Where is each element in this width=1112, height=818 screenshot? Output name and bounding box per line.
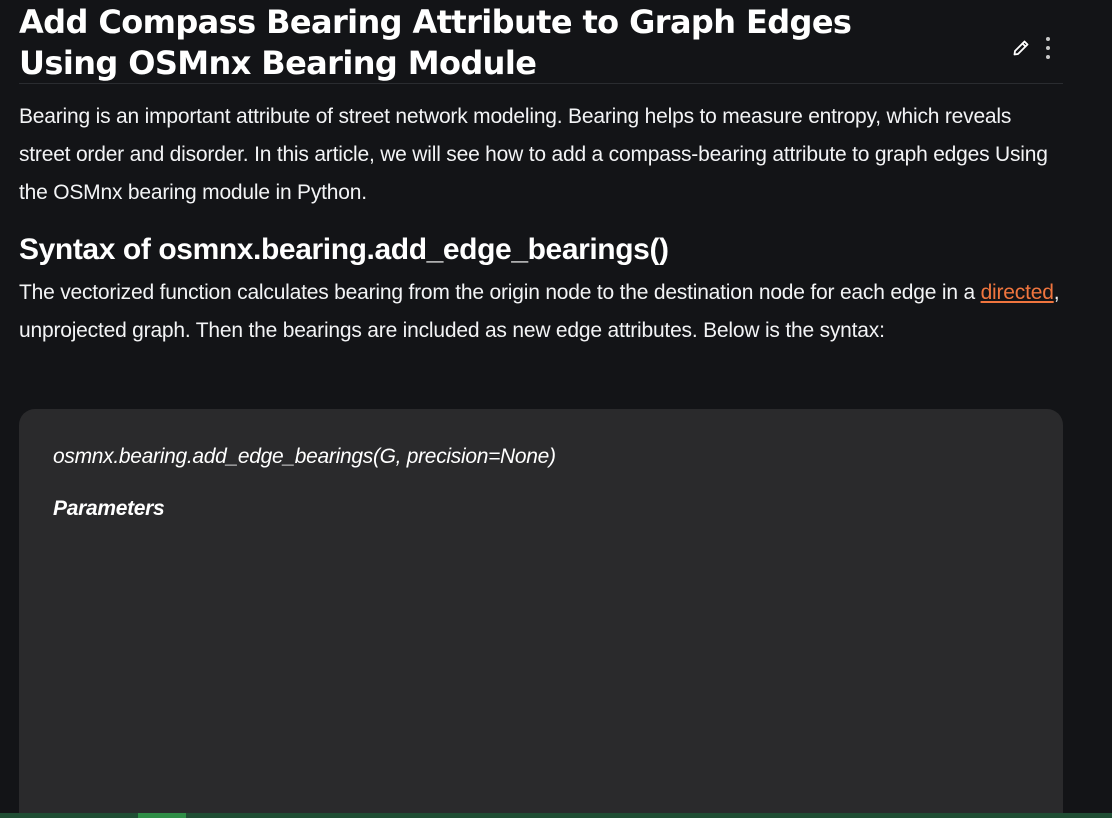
- pencil-icon[interactable]: [1011, 38, 1031, 58]
- syntax-code-box: osmnx.bearing.add_edge_bearings(G, preci…: [19, 409, 1063, 818]
- title-actions: [1011, 36, 1051, 60]
- code-signature: osmnx.bearing.add_edge_bearings(G, preci…: [53, 445, 556, 468]
- intro-paragraph: Bearing is an important attribute of str…: [19, 105, 1048, 204]
- article-title: Add Compass Bearing Attribute to Graph E…: [19, 3, 852, 82]
- desc-text-before: The vectorized function calculates beari…: [19, 281, 981, 304]
- syntax-description: The vectorized function calculates beari…: [19, 274, 1063, 350]
- more-vertical-icon[interactable]: [1045, 36, 1051, 60]
- bottom-progress-accent: [138, 813, 186, 818]
- directed-link[interactable]: directed: [981, 281, 1054, 304]
- article: Add Compass Bearing Attribute to Graph E…: [19, 0, 1063, 818]
- title-row: Add Compass Bearing Attribute to Graph E…: [19, 0, 1063, 84]
- section-heading: Syntax of osmnx.bearing.add_edge_bearing…: [19, 233, 669, 266]
- code-parameters-label: Parameters: [53, 497, 165, 520]
